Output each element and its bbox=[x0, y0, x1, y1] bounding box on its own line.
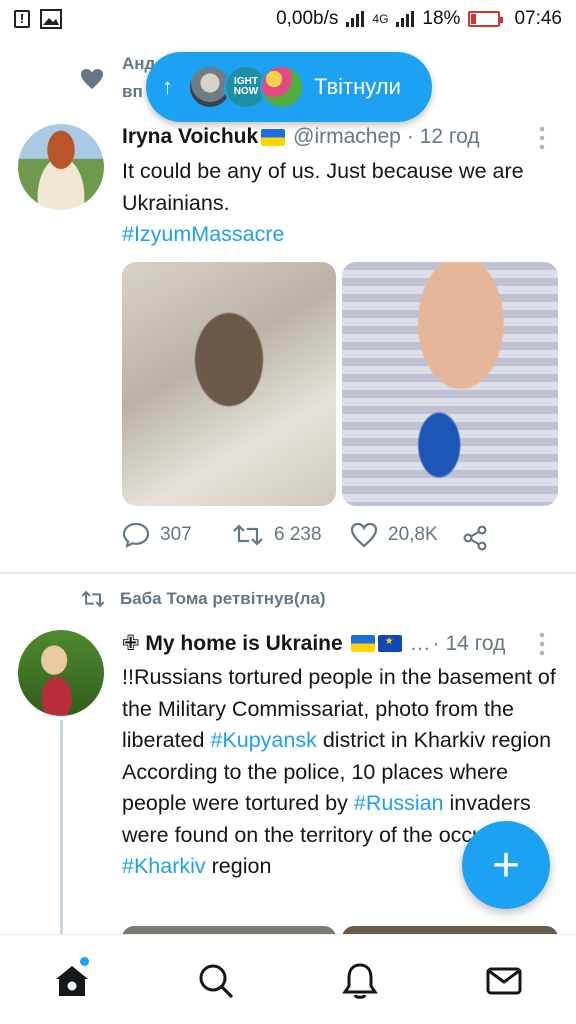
like-icon bbox=[350, 522, 378, 548]
home-icon[interactable] bbox=[52, 961, 92, 1001]
notifications-icon[interactable] bbox=[340, 961, 380, 1001]
plus-icon: + bbox=[491, 838, 521, 892]
signal-icon-2 bbox=[396, 11, 415, 27]
retweeted-by-line: Баба Тома ретвітнув(ла) bbox=[80, 589, 326, 609]
reply-icon bbox=[122, 522, 150, 548]
share-icon[interactable] bbox=[462, 525, 488, 551]
tweet-divider bbox=[0, 572, 576, 574]
retweet-button[interactable]: 6 238 bbox=[232, 522, 322, 548]
like-button[interactable]: 20,8K bbox=[350, 522, 438, 548]
avatar[interactable] bbox=[18, 124, 104, 210]
retweeted-by-text[interactable]: Баба Тома ретвітнув(ла) bbox=[120, 589, 326, 609]
avatar[interactable] bbox=[18, 630, 104, 716]
network-type: 4G bbox=[372, 12, 389, 26]
bottom-tab-bar bbox=[0, 934, 576, 1024]
retweet-icon bbox=[81, 590, 105, 608]
home-unread-dot bbox=[80, 957, 89, 966]
reply-count: 307 bbox=[160, 524, 192, 545]
like-count: 20,8K bbox=[388, 524, 438, 545]
net-speed: 0,00b/s bbox=[276, 8, 339, 29]
compose-tweet-button[interactable]: + bbox=[462, 821, 550, 909]
tweet-header: ✙ My home is Ukraine … · 14 год bbox=[122, 631, 505, 656]
hashtag-link[interactable]: #Kharkiv bbox=[122, 854, 206, 878]
tweet-body-part2: district in Kharkiv region bbox=[316, 728, 552, 752]
retweet-icon bbox=[233, 524, 263, 546]
signal-icon bbox=[346, 11, 365, 27]
heart-icon bbox=[81, 69, 103, 89]
messages-icon[interactable] bbox=[484, 961, 524, 1001]
eu-flag-icon bbox=[377, 635, 402, 652]
tweet-photo-2[interactable] bbox=[342, 262, 558, 506]
tweet-body-part5: region bbox=[205, 854, 272, 878]
tweet-body: It could be any of us. Just because we a… bbox=[122, 159, 524, 215]
hashtag-link[interactable]: #Kupyansk bbox=[210, 728, 316, 752]
clock: 07:46 bbox=[514, 8, 562, 29]
liked-by-line2: вп bbox=[122, 82, 143, 101]
more-options-icon[interactable] bbox=[538, 126, 546, 150]
hashtag-link[interactable]: #Russian bbox=[354, 791, 444, 815]
author-handle[interactable]: @irmachep bbox=[293, 125, 401, 149]
retweet-count: 6 238 bbox=[274, 524, 322, 545]
tweet-header: Iryna Voichuk @irmachep · 12 год bbox=[122, 125, 480, 149]
reply-button[interactable]: 307 bbox=[122, 522, 192, 548]
image-notification-icon bbox=[40, 9, 62, 29]
author-handle-truncated: … bbox=[409, 631, 431, 655]
search-icon[interactable] bbox=[196, 961, 236, 1001]
hashtag-link[interactable]: #IzyumMassacre bbox=[122, 222, 285, 246]
alert-notification-icon: ! bbox=[14, 10, 30, 28]
tweet-time: · 12 год bbox=[406, 125, 480, 148]
ukraine-flag-icon bbox=[261, 128, 286, 146]
arrow-up-icon: ↑ bbox=[162, 74, 173, 99]
tweet-time: · 14 год bbox=[432, 631, 506, 655]
tweet-photo-1[interactable] bbox=[122, 262, 336, 506]
new-tweets-pill[interactable]: ↑ IGHT NOW Твітнули bbox=[146, 52, 432, 122]
status-bar: ! 0,00b/s 4G 18% 07:46 bbox=[0, 0, 576, 38]
pill-label: Твітнули bbox=[314, 74, 401, 99]
tweet-actions: 307 6 238 20,8K bbox=[122, 522, 552, 556]
author-name[interactable]: Iryna Voichuk bbox=[122, 125, 258, 149]
more-options-icon[interactable] bbox=[538, 632, 546, 656]
tweet-text: It could be any of us. Just because we a… bbox=[122, 156, 558, 251]
twitter-timeline: ! 0,00b/s 4G 18% 07:46 Анд ькій вп bbox=[0, 0, 576, 1024]
ukraine-flag-icon bbox=[350, 635, 375, 652]
author-name[interactable]: ✙ My home is Ukraine bbox=[122, 631, 343, 656]
thread-line bbox=[60, 720, 63, 935]
battery-icon bbox=[468, 11, 504, 27]
battery-percent: 18% bbox=[422, 8, 461, 29]
pill-avatar-3 bbox=[260, 65, 304, 109]
